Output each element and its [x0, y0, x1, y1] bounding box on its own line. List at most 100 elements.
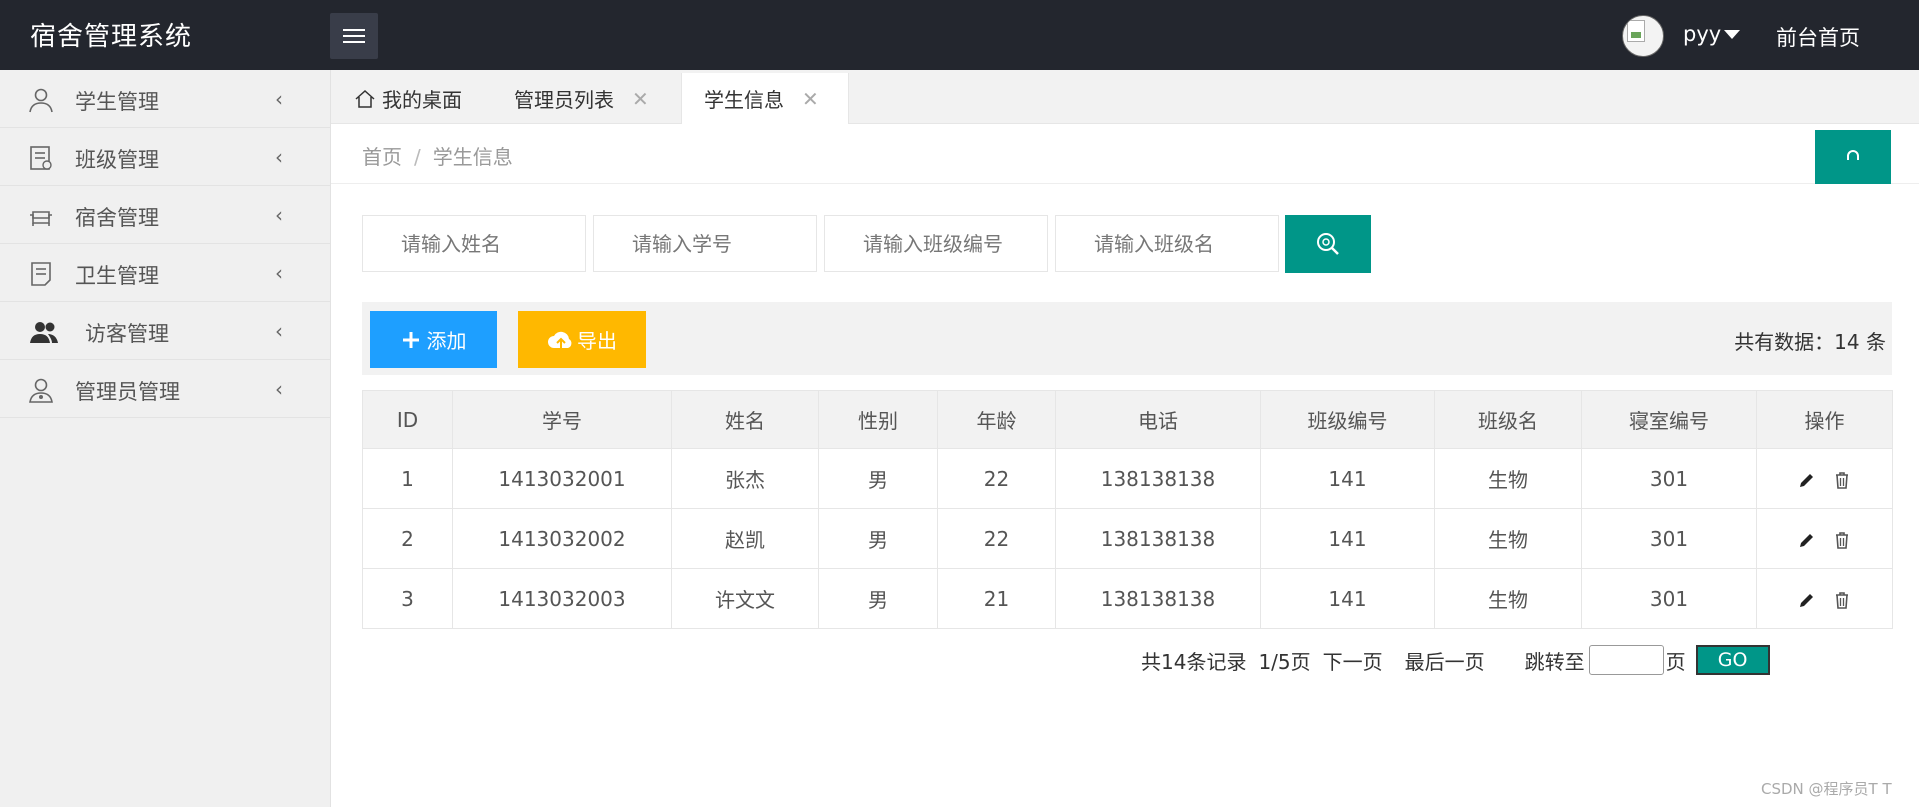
page-unit-label: 页 [1665, 649, 1686, 674]
sidebar: 学生管理 ‹ 班级管理 ‹ 宿舍管理 ‹ 卫生管理 ‹ 访客管理 ‹ 管理员管理… [0, 70, 331, 807]
class-name-search-input[interactable] [1055, 215, 1279, 272]
sidebar-item-label: 卫生管理 [75, 264, 159, 288]
jump-label: 跳转至 [1524, 649, 1585, 674]
table-cell: 2 [362, 508, 453, 569]
table-toolbar: 添加 导出 共有数据：14 条 [362, 302, 1892, 375]
table-cell: 141 [1260, 568, 1435, 629]
export-button-label: 导出 [577, 329, 617, 353]
student-table: ID 学号 姓名 性别 年龄 电话 班级编号 班级名 寝室编号 操作 1 141… [362, 390, 1893, 629]
chevron-left-icon: ‹ [275, 203, 283, 227]
add-button[interactable]: 添加 [370, 311, 497, 368]
table-row: 3 1413032003 许文文 男 21 138138138 141 生物 3… [362, 568, 1893, 629]
total-records: 共14条记录 [1141, 649, 1247, 674]
caret-down-icon[interactable] [1724, 30, 1740, 39]
table-cell: 21 [937, 568, 1056, 629]
table-cell: 301 [1581, 508, 1757, 569]
table-cell: 张杰 [671, 448, 819, 509]
avatar[interactable] [1622, 15, 1664, 57]
sidebar-item-visitor[interactable]: 访客管理 ‹ [0, 302, 330, 360]
breadcrumb-separator: / [414, 145, 421, 169]
col-header: 学号 [452, 390, 672, 449]
table-cell: 22 [937, 448, 1056, 509]
tab-admin-list[interactable]: 管理员列表 ✕ [514, 73, 649, 124]
jump-page-input[interactable] [1588, 645, 1664, 675]
col-header: 班级名 [1434, 390, 1582, 449]
add-button-label: 添加 [426, 329, 467, 353]
row-actions [1756, 568, 1893, 629]
col-header: 电话 [1055, 390, 1261, 449]
table-cell: 138138138 [1055, 508, 1261, 569]
class-no-search-input[interactable] [824, 215, 1048, 272]
class-doc-icon [30, 146, 52, 170]
cloud-upload-icon [548, 331, 572, 348]
next-page-link[interactable]: 下一页 [1323, 646, 1383, 675]
table-cell: 1 [362, 448, 453, 509]
table-cell: 男 [818, 508, 938, 569]
refresh-button[interactable] [1815, 130, 1891, 184]
breadcrumb-home[interactable]: 首页 [362, 145, 402, 169]
chevron-left-icon: ‹ [275, 377, 283, 401]
row-actions [1756, 448, 1893, 509]
sidebar-item-hygiene[interactable]: 卫生管理 ‹ [0, 244, 330, 302]
chevron-left-icon: ‹ [275, 319, 283, 343]
col-header: 寝室编号 [1581, 390, 1757, 449]
close-icon[interactable]: ✕ [802, 87, 819, 111]
table-row: 1 1413032001 张杰 男 22 138138138 141 生物 30… [362, 448, 1893, 509]
table-cell: 男 [818, 448, 938, 509]
plus-icon [402, 331, 419, 348]
delete-icon[interactable] [1832, 530, 1852, 550]
menu-toggle-button[interactable] [330, 13, 378, 59]
table-cell: 141 [1260, 448, 1435, 509]
sidebar-item-dorm[interactable]: 宿舍管理 ‹ [0, 186, 330, 244]
chevron-left-icon: ‹ [275, 87, 283, 111]
search-icon [1317, 233, 1339, 255]
breadcrumb-bar: 首页 / 学生信息 [331, 124, 1919, 184]
student-no-search-input[interactable] [593, 215, 817, 272]
col-header: 操作 [1756, 390, 1893, 449]
delete-icon[interactable] [1832, 470, 1852, 490]
col-header: 姓名 [671, 390, 819, 449]
col-header: ID [362, 390, 453, 449]
users-icon [30, 322, 58, 343]
tab-label: 学生信息 [704, 88, 784, 112]
table-cell: 男 [818, 568, 938, 629]
sidebar-item-class[interactable]: 班级管理 ‹ [0, 128, 330, 186]
sidebar-item-label: 宿舍管理 [75, 206, 159, 230]
last-page-link[interactable]: 最后一页 [1405, 646, 1485, 675]
front-home-link[interactable]: 前台首页 [1776, 22, 1860, 52]
search-button[interactable] [1285, 215, 1371, 273]
table-cell: 301 [1581, 448, 1757, 509]
table-cell: 1413032001 [452, 448, 672, 509]
user-icon [29, 88, 53, 113]
close-icon[interactable]: ✕ [632, 87, 649, 111]
export-button[interactable]: 导出 [518, 311, 646, 368]
breadcrumb: 首页 / 学生信息 [362, 141, 513, 170]
table-cell: 生物 [1434, 568, 1582, 629]
table-cell: 许文文 [671, 568, 819, 629]
home-icon [355, 89, 375, 108]
user-menu[interactable]: pyy [1683, 22, 1721, 46]
chevron-left-icon: ‹ [275, 261, 283, 285]
tab-desktop[interactable]: 我的桌面 [354, 73, 462, 124]
go-button[interactable]: GO [1695, 645, 1770, 675]
edit-icon[interactable] [1797, 470, 1817, 490]
name-search-input[interactable] [362, 215, 586, 272]
sidebar-item-label: 管理员管理 [75, 380, 180, 404]
sidebar-item-admin[interactable]: 管理员管理 ‹ [0, 360, 330, 418]
tab-student-info[interactable]: 学生信息 ✕ [681, 73, 849, 124]
col-header: 性别 [818, 390, 938, 449]
table-cell: 301 [1581, 568, 1757, 629]
table-cell: 1413032002 [452, 508, 672, 569]
table-cell: 22 [937, 508, 1056, 569]
page-indicator: 1/5页 [1258, 649, 1311, 674]
note-icon [31, 262, 51, 286]
sidebar-item-student[interactable]: 学生管理 ‹ [0, 70, 330, 128]
edit-icon[interactable] [1797, 530, 1817, 550]
col-header: 年龄 [937, 390, 1056, 449]
app-title: 宿舍管理系统 [30, 22, 193, 52]
sidebar-item-label: 学生管理 [75, 90, 159, 114]
delete-icon[interactable] [1832, 590, 1852, 610]
pagination: 共14条记录 1/5页 下一页 最后一页 跳转至 页 GO [1141, 644, 1770, 676]
row-actions [1756, 508, 1893, 569]
edit-icon[interactable] [1797, 590, 1817, 610]
